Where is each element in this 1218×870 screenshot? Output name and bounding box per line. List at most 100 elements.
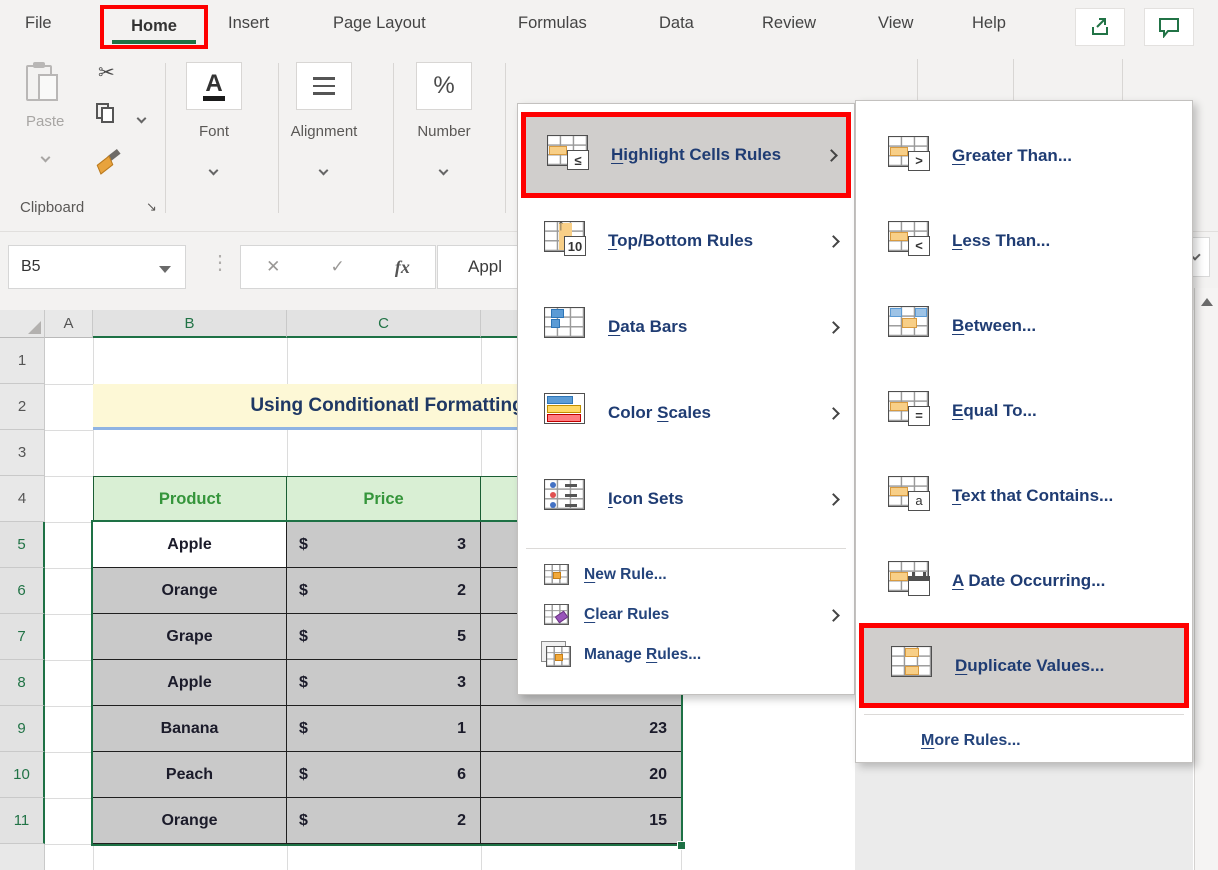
copy-dropdown-chevron-icon[interactable] [137, 114, 147, 124]
menu-item-manage-rules[interactable]: Manage Rules... [518, 635, 854, 675]
paste-button[interactable]: Paste [26, 62, 64, 166]
cell-product[interactable]: Peach [93, 752, 287, 798]
row-header-4[interactable]: 4 [0, 476, 45, 522]
copy-icon [96, 103, 116, 123]
menu-item-label: Clear Rules [584, 606, 669, 624]
currency-symbol: $ [299, 766, 308, 784]
cell-price[interactable]: $3 [287, 522, 481, 568]
row-header-9[interactable]: 9 [0, 706, 45, 752]
menu-item-label: Between... [952, 316, 1036, 336]
cancel-button[interactable]: ✕ [266, 257, 280, 277]
submenu-item-less-than[interactable]: < Less Than... [856, 198, 1192, 283]
menu-item-highlight-cells-rules[interactable]: ≤ Highlight Cells Rules [521, 112, 851, 198]
table-header-price[interactable]: Price [287, 476, 481, 522]
name-box[interactable]: B5 [8, 245, 186, 289]
column-header-a[interactable]: A [45, 310, 93, 338]
menu-item-top-bottom-rules[interactable]: ↑ 10 Top/Bottom Rules [518, 198, 854, 284]
new-rule-icon [544, 564, 570, 586]
menu-item-clear-rules[interactable]: Clear Rules [518, 595, 854, 635]
fill-handle[interactable] [677, 841, 686, 850]
clipboard-dialog-launcher[interactable]: ↘ [146, 199, 157, 215]
tab-formulas[interactable]: Formulas [518, 14, 587, 33]
tab-insert[interactable]: Insert [228, 14, 269, 33]
price-value: 1 [457, 720, 466, 738]
tab-help[interactable]: Help [972, 14, 1006, 33]
row-header-6[interactable]: 6 [0, 568, 45, 614]
table-header-product[interactable]: Product [93, 476, 287, 522]
insert-function-button[interactable]: fx [395, 257, 410, 278]
cell-price[interactable]: $1 [287, 706, 481, 752]
alignment-group-button[interactable] [296, 62, 352, 110]
cell-product[interactable]: Banana [93, 706, 287, 752]
cell-price[interactable]: $2 [287, 798, 481, 844]
number-group-button[interactable]: % [416, 62, 472, 110]
name-box-dropdown-icon[interactable] [159, 266, 171, 273]
submenu-item-equal-to[interactable]: = Equal To... [856, 368, 1192, 453]
row-header-1[interactable]: 1 [0, 338, 45, 384]
name-box-value: B5 [21, 258, 41, 276]
tab-page-layout[interactable]: Page Layout [333, 14, 426, 33]
column-header-c[interactable]: C [287, 310, 481, 338]
submenu-item-text-that-contains[interactable]: a Text that Contains... [856, 453, 1192, 538]
formula-bar-divider-icon: ⋮ [210, 250, 230, 275]
share-button[interactable] [1075, 8, 1125, 46]
column-header-b[interactable]: B [93, 310, 287, 338]
submenu-item-a-date-occurring[interactable]: A Date Occurring... [856, 538, 1192, 623]
font-group-button[interactable]: A [186, 62, 242, 110]
cell-product[interactable]: Apple [93, 660, 287, 706]
menu-item-data-bars[interactable]: Data Bars [518, 284, 854, 370]
cell-price[interactable]: $6 [287, 752, 481, 798]
submenu-item-between[interactable]: Between... [856, 283, 1192, 368]
cut-button[interactable]: ✂ [98, 60, 115, 85]
cell-qty[interactable]: 23 [481, 706, 681, 752]
cell-price[interactable]: $2 [287, 568, 481, 614]
enter-button[interactable]: ✓ [330, 257, 344, 277]
tab-data[interactable]: Data [659, 14, 694, 33]
alignment-group-chevron-icon[interactable] [319, 166, 329, 176]
number-group-chevron-icon[interactable] [439, 166, 449, 176]
vertical-scrollbar[interactable] [1194, 288, 1218, 870]
row-header-3[interactable]: 3 [0, 430, 45, 476]
scroll-up-arrow-icon[interactable] [1201, 298, 1213, 306]
cell-product[interactable]: Orange [93, 798, 287, 844]
tab-home[interactable]: Home [104, 17, 204, 36]
select-all-button[interactable] [0, 310, 45, 338]
menu-item-label: Top/Bottom Rules [608, 231, 753, 251]
cell-price[interactable]: $5 [287, 614, 481, 660]
formula-value: Appl [468, 257, 502, 277]
comment-icon [1157, 16, 1181, 38]
row-header-8[interactable]: 8 [0, 660, 45, 706]
row-header-7[interactable]: 7 [0, 614, 45, 660]
submenu-item-greater-than[interactable]: > Greater Than... [856, 113, 1192, 198]
row-header-5[interactable]: 5 [0, 522, 45, 568]
tab-file[interactable]: File [25, 14, 52, 33]
tab-review[interactable]: Review [762, 14, 816, 33]
menu-item-color-scales[interactable]: Color Scales [518, 370, 854, 456]
clear-rules-icon [544, 604, 570, 626]
format-painter-button[interactable] [96, 151, 122, 180]
tab-view[interactable]: View [878, 14, 913, 33]
menu-item-icon-sets[interactable]: Icon Sets [518, 456, 854, 542]
cell-product[interactable]: Apple [93, 522, 287, 568]
paste-dropdown-chevron-icon[interactable] [40, 153, 50, 163]
submenu-item-duplicate-values[interactable]: Duplicate Values... [859, 623, 1189, 708]
cell-product[interactable]: Orange [93, 568, 287, 614]
comment-button[interactable] [1144, 8, 1194, 46]
row-header-12-partial[interactable] [0, 844, 45, 870]
copy-button[interactable] [96, 103, 116, 128]
cell-price[interactable]: $3 [287, 660, 481, 706]
menu-item-new-rule[interactable]: New Rule... [518, 555, 854, 595]
row-header-2[interactable]: 2 [0, 384, 45, 430]
row-header-11[interactable]: 11 [0, 798, 45, 844]
background-region [855, 763, 1193, 870]
cell-qty[interactable]: 15 [481, 798, 681, 844]
submenu-item-more-rules[interactable]: More Rules... [856, 721, 1192, 761]
clipboard-group-label: Clipboard [20, 199, 84, 216]
cell-qty[interactable]: 20 [481, 752, 681, 798]
submenu-arrow-icon [827, 321, 840, 334]
menu-separator [526, 548, 846, 549]
gridline [45, 706, 93, 707]
row-header-10[interactable]: 10 [0, 752, 45, 798]
font-group-chevron-icon[interactable] [209, 166, 219, 176]
cell-product[interactable]: Grape [93, 614, 287, 660]
